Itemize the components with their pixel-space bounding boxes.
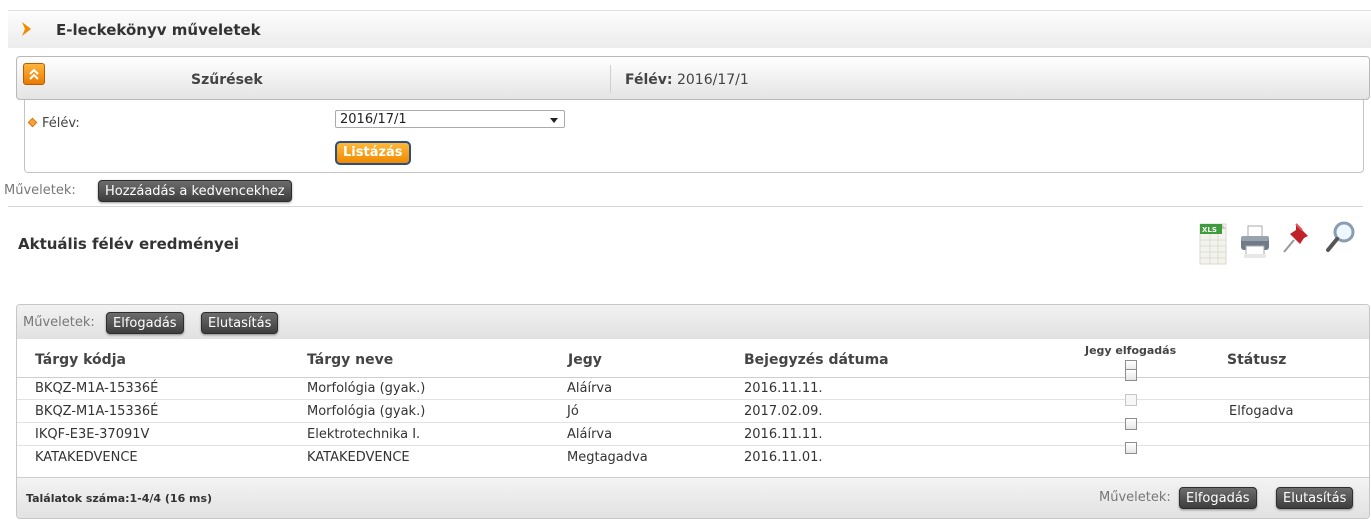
column-header-status[interactable]: Státusz: [1227, 352, 1286, 368]
cell-date: 2016.11.01.: [744, 450, 823, 465]
divider: [8, 206, 1363, 207]
required-diamond-icon: [27, 117, 38, 128]
cell-status: Elfogadva: [1229, 404, 1294, 419]
cell-date: 2016.11.11.: [744, 427, 823, 442]
cell-date: 2017.02.09.: [744, 404, 823, 419]
grid-toolbar: XLS: [1196, 218, 1366, 266]
column-header-name[interactable]: Tárgy neve: [307, 352, 393, 368]
dropdown-arrow-icon: [550, 118, 558, 123]
add-to-favorites-button[interactable]: Hozzáadás a kedvencekhez: [98, 180, 292, 202]
pin-icon[interactable]: [1280, 218, 1314, 266]
chevron-right-icon: [22, 22, 31, 36]
cell-grade: Aláírva: [567, 381, 613, 396]
filter-panel-title: Szűrések: [191, 72, 263, 88]
cell-name: Morfológia (gyak.): [307, 404, 426, 419]
cell-code: KATAKEDVENCE: [35, 450, 138, 465]
cell-code: BKQZ-M1A-15336É: [35, 404, 159, 419]
reject-button[interactable]: Elutasítás: [1276, 487, 1354, 509]
accept-button[interactable]: Elfogadás: [106, 312, 184, 334]
column-header-accept: Jegy elfogadás: [1085, 344, 1177, 357]
cell-name: KATAKEDVENCE: [307, 450, 410, 465]
cell-grade: Aláírva: [567, 427, 613, 442]
accept-button[interactable]: Elfogadás: [1179, 487, 1257, 509]
filter-panel-body: Félév: 2016/17/1 Listázás: [24, 100, 1364, 173]
cell-grade: Jó: [567, 404, 579, 419]
grid-footer: Találatok száma:1-4/4 (16 ms) Műveletek:…: [17, 477, 1369, 518]
cell-grade: Megtagadva: [567, 450, 648, 465]
result-count: Találatok száma:1-4/4 (16 ms): [26, 492, 213, 505]
list-button[interactable]: Listázás: [335, 141, 411, 165]
semester-select-value: 2016/17/1: [340, 112, 407, 127]
grid-top-toolbar: Műveletek: Elfogadás Elutasítás: [17, 305, 1369, 340]
filter-panel-header[interactable]: Szűrések Félév: 2016/17/1: [16, 56, 1370, 100]
table-row[interactable]: BKQZ-M1A-15336É Morfológia (gyak.) Jó 20…: [17, 394, 1369, 423]
table-row[interactable]: KATAKEDVENCE KATAKEDVENCE Megtagadva 201…: [17, 442, 1369, 469]
semester-select[interactable]: 2016/17/1: [335, 110, 565, 128]
table-row[interactable]: BKQZ-M1A-15336É Morfológia (gyak.) Aláír…: [17, 369, 1369, 400]
cell-code: IKQF-E3E-37091V: [35, 427, 150, 442]
accept-checkbox-disabled: [1125, 394, 1137, 406]
operations-label: Műveletek:: [1099, 490, 1171, 505]
page-header: E-leckekönyv műveletek: [8, 10, 1371, 48]
cell-name: Elektrotechnika I.: [307, 427, 421, 442]
svg-text:XLS: XLS: [1202, 226, 1217, 234]
semester-field-label: Félév:: [27, 116, 80, 131]
double-chevron-up-icon: [29, 68, 39, 80]
operations-label: Műveletek:: [4, 183, 76, 198]
filter-summary-value: 2016/17/1: [676, 72, 749, 88]
column-header-date[interactable]: Bejegyzés dátuma: [744, 352, 889, 368]
cell-code: BKQZ-M1A-15336É: [35, 381, 159, 396]
search-magnifier-icon[interactable]: [1324, 218, 1358, 266]
operations-label: Műveletek:: [23, 315, 95, 330]
accept-checkbox[interactable]: [1125, 369, 1137, 381]
excel-export-icon[interactable]: XLS: [1196, 218, 1230, 266]
column-header-grade[interactable]: Jegy: [568, 352, 602, 368]
collapse-filter-button[interactable]: [23, 63, 45, 85]
divider: [610, 65, 611, 93]
filter-summary: Félév: 2016/17/1: [625, 72, 749, 88]
column-header-code[interactable]: Tárgy kódja: [35, 352, 126, 368]
accept-checkbox[interactable]: [1125, 418, 1137, 430]
print-icon[interactable]: [1238, 218, 1272, 266]
page-title: E-leckekönyv műveletek: [56, 21, 261, 39]
results-grid: Műveletek: Elfogadás Elutasítás Tárgy kó…: [16, 304, 1370, 519]
table-row[interactable]: IKQF-E3E-37091V Elektrotechnika I. Aláír…: [17, 418, 1369, 446]
filter-summary-label: Félév:: [625, 72, 673, 88]
reject-button[interactable]: Elutasítás: [201, 312, 279, 334]
table-header: Tárgy kódja Tárgy neve Jegy Bejegyzés dá…: [17, 339, 1369, 378]
accept-checkbox[interactable]: [1125, 442, 1137, 454]
cell-name: Morfológia (gyak.): [307, 381, 426, 396]
section-title: Aktuális félév eredményei: [18, 235, 240, 253]
cell-date: 2016.11.11.: [744, 381, 823, 396]
